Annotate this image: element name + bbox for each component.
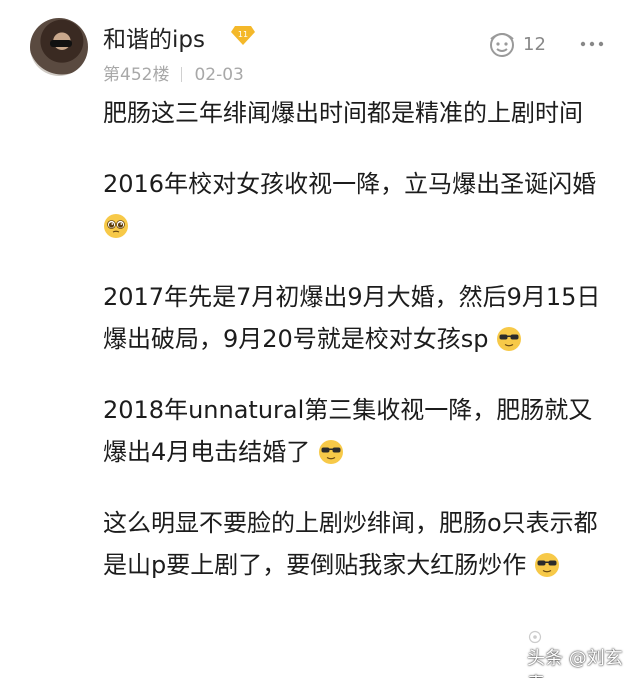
level-text: 11 (238, 30, 248, 39)
paragraph-1: 肥肠这三年绯闻爆出时间都是精准的上剧时间 (103, 92, 613, 134)
paragraph-1-text: 肥肠这三年绯闻爆出时间都是精准的上剧时间 (103, 99, 583, 127)
post-content: 肥肠这三年绯闻爆出时间都是精准的上剧时间 2016年校对女孩收视一降，立马爆出圣… (103, 92, 613, 615)
meta-divider (181, 67, 183, 82)
more-options-icon[interactable] (578, 34, 606, 54)
like-button[interactable]: 12 (487, 29, 546, 59)
username[interactable]: 和谐的ips (103, 20, 205, 54)
avatar[interactable] (30, 18, 88, 76)
post-meta: 第452楼 02-03 (103, 60, 244, 85)
post-date: 02-03 (194, 65, 244, 85)
sunglasses-emoji-icon (497, 327, 522, 351)
avatar-glasses (50, 40, 72, 47)
like-face-icon (490, 33, 514, 57)
paragraph-2-text: 2016年校对女孩收视一降，立马爆出圣诞闪婚 (103, 170, 597, 198)
paragraph-5: 这么明显不要脸的上剧炒绯闻，肥肠o只表示都是山p要上剧了，要倒贴我家大红肠炒作 (103, 502, 613, 586)
sunglasses-emoji-icon (534, 553, 559, 577)
watermark: 头条 @刘玄青 (527, 648, 623, 678)
paragraph-4-text: 2018年unnatural第三集收视一降，肥肠就又爆出4月电击结婚了 (103, 396, 593, 466)
paragraph-4: 2018年unnatural第三集收视一降，肥肠就又爆出4月电击结婚了 (103, 389, 613, 473)
level-badge-icon: 11 (231, 26, 255, 45)
comment-post: 和谐的ips 11 第452楼 02-03 12 肥肠这三年绯闻爆出时间都是精准的… (0, 0, 640, 678)
sunglasses-emoji-icon (318, 440, 343, 464)
watermark-logo-icon (528, 630, 542, 644)
pleading-emoji-icon (104, 214, 128, 238)
floor-number: 第452楼 (103, 65, 170, 85)
paragraph-3: 2017年先是7月初爆出9月大婚，然后9月15日爆出破局，9月20号就是校对女孩… (103, 276, 613, 360)
like-count: 12 (523, 33, 546, 55)
paragraph-2: 2016年校对女孩收视一降，立马爆出圣诞闪婚 (103, 163, 613, 247)
paragraph-5-text: 这么明显不要脸的上剧炒绯闻，肥肠o只表示都是山p要上剧了，要倒贴我家大红肠炒作 (103, 509, 598, 579)
paragraph-3-text: 2017年先是7月初爆出9月大婚，然后9月15日爆出破局，9月20号就是校对女孩… (103, 283, 601, 353)
